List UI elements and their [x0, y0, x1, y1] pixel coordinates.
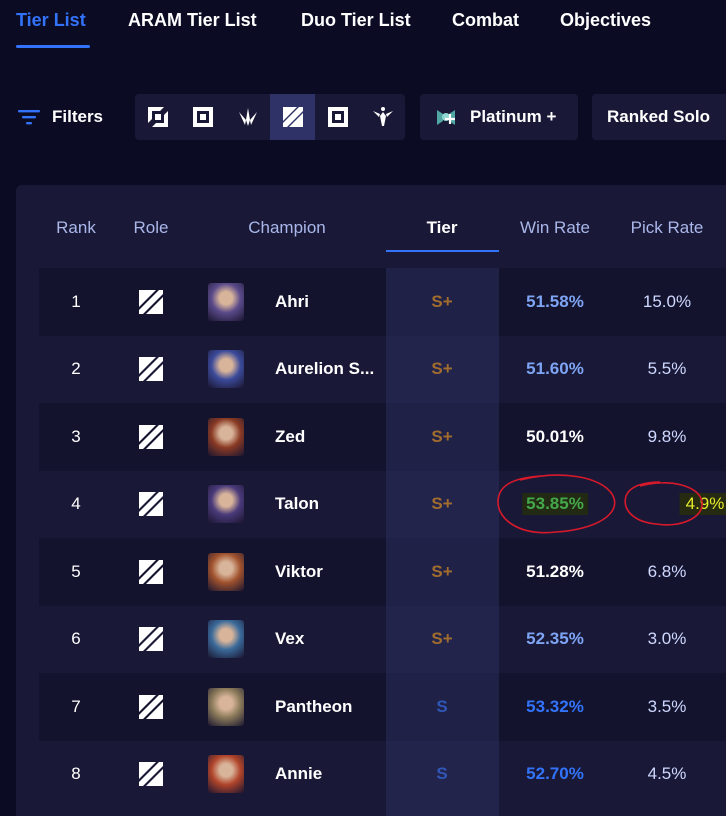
pick-rate-cell: 9.8% [647, 426, 687, 446]
table-row[interactable]: 3 Zed S+ 50.01% 9.8% [39, 403, 726, 471]
champion-name[interactable]: Viktor [275, 562, 323, 582]
pick-rate-cell: 6.8% [647, 561, 687, 581]
champion-name[interactable]: Zed [275, 427, 305, 447]
champion-portrait[interactable] [208, 350, 244, 389]
rank-cell: 4 [71, 494, 81, 514]
role-selector [135, 94, 405, 140]
active-tab-indicator [16, 45, 90, 48]
pick-rate-cell: 4.9% [679, 493, 726, 516]
pick-rate-cell: 3.5% [647, 696, 687, 716]
jungle-role-icon [192, 107, 213, 127]
rank-dropdown[interactable]: Platinum + [420, 94, 578, 140]
champion-portrait[interactable] [208, 282, 244, 321]
rank-cell: 8 [71, 764, 81, 784]
mid-role-icon [139, 559, 163, 584]
tier-column-highlight [386, 268, 499, 816]
role-support-alt-button[interactable] [360, 94, 405, 140]
mid-role-icon [139, 289, 163, 314]
role-top-button[interactable] [135, 94, 180, 140]
tab-combat[interactable]: Combat [452, 10, 519, 31]
table-body: 1 Ahri S+ 51.58% 15.0% 2 Aurelion S... S+ 51.60%… [39, 268, 726, 808]
win-rate-cell: 52.70% [526, 764, 584, 784]
win-rate-cell: 53.32% [526, 696, 584, 716]
queue-dropdown[interactable]: Ranked Solo [592, 94, 726, 140]
mid-role-icon [139, 762, 163, 787]
header-pick-rate[interactable]: Pick Rate [631, 218, 704, 238]
rank-cell: 5 [71, 561, 81, 581]
mid-role-icon [139, 627, 163, 652]
pick-rate-cell: 5.5% [647, 359, 687, 379]
table-row[interactable]: 7 Pantheon S 53.32% 3.5% [39, 673, 726, 741]
mid-role-icon [282, 107, 303, 127]
win-rate-cell: 51.58% [526, 291, 584, 311]
queue-dropdown-value: Ranked Solo [607, 107, 710, 126]
pick-rate-cell: 3.0% [647, 629, 687, 649]
rank-dropdown-value: Platinum + [470, 107, 557, 126]
table-row[interactable]: 1 Ahri S+ 51.58% 15.0% [39, 268, 726, 336]
win-rate-cell: 53.85% [522, 493, 588, 516]
win-rate-cell: 50.01% [526, 426, 584, 446]
table-row[interactable]: 4 Talon S+ 53.85% 4.9% [39, 470, 726, 538]
pick-rate-cell: 15.0% [642, 291, 692, 311]
tab-duo-tier-list[interactable]: Duo Tier List [301, 10, 411, 31]
table-row[interactable]: 8 Annie S 52.70% 4.5% [39, 740, 726, 808]
win-rate-cell: 51.60% [526, 359, 584, 379]
tier-list-page: Tier List ARAM Tier List Duo Tier List C… [0, 0, 726, 816]
bot-role-icon [327, 107, 348, 127]
mid-role-icon [139, 424, 163, 449]
tab-objectives[interactable]: Objectives [560, 10, 651, 31]
mid-role-icon [139, 694, 163, 719]
champion-name[interactable]: Talon [275, 494, 319, 514]
role-jungle-button[interactable] [180, 94, 225, 140]
win-rate-cell: 52.35% [526, 629, 584, 649]
champion-name[interactable]: Pantheon [275, 697, 352, 717]
mid-role-icon [139, 492, 163, 517]
champion-name[interactable]: Aurelion S... [275, 359, 374, 379]
role-bot-button[interactable] [315, 94, 360, 140]
role-support-button[interactable] [225, 94, 270, 140]
table-row[interactable]: 5 Viktor S+ 51.28% 6.8% [39, 538, 726, 606]
champion-portrait[interactable] [208, 417, 244, 456]
header-rank[interactable]: Rank [56, 218, 96, 238]
champion-portrait[interactable] [208, 687, 244, 726]
champion-portrait[interactable] [208, 552, 244, 591]
rank-cell: 6 [71, 629, 81, 649]
champion-name[interactable]: Annie [275, 764, 322, 784]
champion-name[interactable]: Vex [275, 629, 304, 649]
top-nav: Tier List ARAM Tier List Duo Tier List C… [0, 0, 726, 52]
filter-bar: Filters Platinum + Ranked Solo [0, 94, 726, 142]
filters-label: Filters [52, 107, 104, 126]
rank-cell: 2 [71, 359, 81, 379]
champion-name[interactable]: Ahri [275, 292, 309, 312]
win-rate-cell: 51.28% [526, 561, 584, 581]
rank-cell: 1 [71, 291, 81, 311]
table-header: Rank Role Champion Tier Win Rate Pick Ra… [0, 210, 726, 250]
header-win-rate[interactable]: Win Rate [520, 218, 590, 238]
sorted-column-indicator [386, 250, 499, 252]
rank-cell: 7 [71, 696, 81, 716]
support-role-icon [238, 108, 257, 126]
tab-tier-list[interactable]: Tier List [16, 10, 86, 31]
champion-portrait[interactable] [208, 755, 244, 794]
mid-role-icon [139, 357, 163, 382]
support-alt-role-icon [372, 107, 393, 126]
tab-aram-tier-list[interactable]: ARAM Tier List [128, 10, 257, 31]
header-tier[interactable]: Tier [427, 218, 458, 238]
filter-icon [18, 110, 40, 125]
top-role-icon [147, 107, 168, 127]
pick-rate-cell: 4.5% [647, 764, 687, 784]
header-champion[interactable]: Champion [248, 218, 326, 238]
champion-portrait[interactable] [208, 485, 244, 524]
table-row[interactable]: 6 Vex S+ 52.35% 3.0% [39, 605, 726, 673]
header-role[interactable]: Role [134, 218, 169, 238]
filters-button[interactable]: Filters [18, 104, 103, 130]
rank-cell: 3 [71, 426, 81, 446]
role-mid-button[interactable] [270, 94, 315, 140]
platinum-rank-icon [437, 110, 455, 125]
champion-portrait[interactable] [208, 620, 244, 659]
table-row[interactable]: 2 Aurelion S... S+ 51.60% 5.5% [39, 335, 726, 403]
